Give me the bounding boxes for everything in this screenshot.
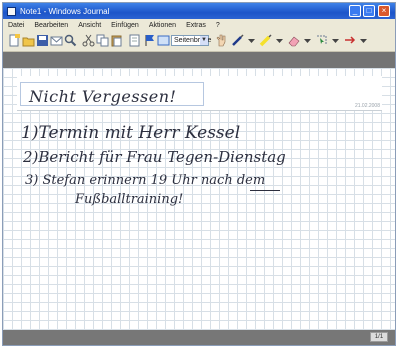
chevron-down-icon[interactable] [301, 34, 314, 47]
menu-insert[interactable]: Einfügen [106, 22, 144, 29]
title-bar[interactable]: Note1 - Windows Journal _ □ × [3, 3, 395, 19]
note-title-area[interactable]: Nicht Vergessen! 21.02.2008 [17, 76, 382, 111]
email-icon[interactable] [50, 34, 63, 47]
note-title-handwriting: Nicht Vergessen! [29, 87, 177, 106]
save-icon[interactable] [36, 34, 49, 47]
minimize-button[interactable]: _ [349, 5, 361, 17]
full-screen-icon[interactable] [157, 34, 170, 47]
highlighter-icon[interactable] [259, 34, 272, 47]
handwriting-line: 2)Bericht für Frau Tegen-Dienstag [23, 148, 286, 166]
new-note-icon[interactable] [8, 34, 21, 47]
menu-file[interactable]: Datei [3, 22, 29, 29]
menu-bar: Datei Bearbeiten Ansicht Einfügen Aktion… [3, 19, 395, 31]
handwriting-line: 1)Termin mit Herr Kessel [21, 123, 241, 143]
copy-icon[interactable] [96, 34, 109, 47]
search-icon[interactable] [64, 34, 77, 47]
paste-icon[interactable] [110, 34, 123, 47]
menu-actions[interactable]: Aktionen [144, 22, 181, 29]
maximize-button[interactable]: □ [363, 5, 375, 17]
chevron-down-icon[interactable] [245, 34, 258, 47]
toolbar: Seitenbreite ▼ [3, 31, 395, 52]
note-title-box[interactable]: Nicht Vergessen! [20, 82, 204, 106]
app-window: Note1 - Windows Journal _ □ × Datei Bear… [0, 0, 399, 350]
page-indicator[interactable]: 1/1 [370, 332, 388, 342]
pen-icon[interactable] [231, 34, 244, 47]
open-folder-icon[interactable] [22, 34, 35, 47]
status-bar: 1/1 [3, 330, 395, 345]
selection-tool-icon[interactable] [315, 34, 328, 47]
menu-edit[interactable]: Bearbeiten [29, 22, 73, 29]
menu-tools[interactable]: Extras [181, 22, 211, 29]
new-page-icon[interactable] [128, 34, 141, 47]
hand-icon[interactable] [215, 34, 228, 47]
chevron-down-icon[interactable] [273, 34, 286, 47]
note-date: 21.02.2008 [354, 103, 380, 109]
window-title: Note1 - Windows Journal [20, 6, 110, 16]
handwriting-underline [250, 190, 280, 191]
chevron-down-icon[interactable] [329, 34, 342, 47]
chevron-down-icon[interactable]: ▼ [200, 36, 208, 45]
journal-app-icon [7, 6, 16, 16]
toolbar-separator-strip [3, 52, 395, 68]
menu-help[interactable]: ? [211, 22, 225, 29]
note-page[interactable]: Nicht Vergessen! 21.02.2008 1)Termin mit… [3, 68, 395, 330]
window-frame: Note1 - Windows Journal _ □ × Datei Bear… [2, 2, 396, 346]
flag-icon[interactable] [143, 34, 156, 47]
handwriting-line: 3) Stefan erinnern 19 Uhr nach dem [25, 173, 266, 188]
menu-view[interactable]: Ansicht [73, 22, 106, 29]
zoom-select[interactable]: Seitenbreite ▼ [171, 35, 211, 46]
eraser-icon[interactable] [287, 34, 300, 47]
handwriting-line: Fußballtraining! [75, 192, 184, 207]
chevron-down-icon[interactable] [357, 34, 370, 47]
close-button[interactable]: × [378, 5, 390, 17]
cut-icon[interactable] [82, 34, 95, 47]
insert-space-icon[interactable] [343, 34, 356, 47]
